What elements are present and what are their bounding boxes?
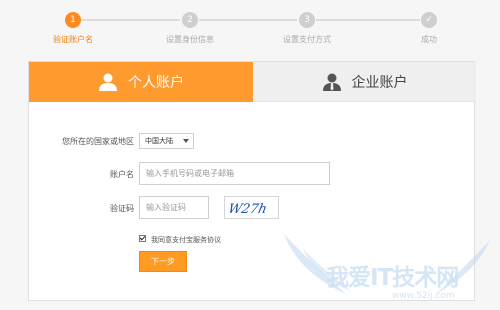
account-label: 账户名	[110, 170, 134, 179]
progress-step-4: ✓ 成功	[394, 12, 464, 45]
account-placeholder: 输入手机号码或电子邮箱	[146, 169, 234, 178]
chevron-down-icon	[183, 139, 189, 143]
step-number: 3	[299, 12, 315, 28]
region-value: 中国大陆	[145, 137, 173, 145]
next-button[interactable]: 下一步	[139, 251, 187, 272]
progress-step-2: 2 设置身份信息	[155, 12, 225, 45]
captcha-label: 验证码	[110, 204, 134, 213]
business-user-icon	[322, 73, 342, 91]
check-icon: ✓	[421, 12, 437, 28]
progress-step-1: 1 验证账户名	[38, 12, 108, 45]
step-label: 设置支付方式	[283, 35, 331, 44]
step-number: 1	[65, 12, 81, 28]
tab-enterprise-account[interactable]: 企业账户	[253, 62, 476, 102]
tab-personal-account[interactable]: 个人账户	[29, 62, 253, 102]
step-label: 设置身份信息	[166, 35, 214, 44]
svg-text:W27h: W27h	[227, 202, 268, 217]
user-icon	[98, 73, 118, 91]
step-label: 成功	[421, 35, 437, 44]
progress-step-3: 3 设置支付方式	[272, 12, 342, 45]
watermark-url: www.52ij.com	[392, 291, 455, 301]
step-label: 验证账户名	[53, 35, 93, 44]
captcha-input[interactable]: 输入验证码	[139, 196, 209, 219]
tab-label: 企业账户	[351, 74, 408, 91]
signup-page: 1 验证账户名 2 设置身份信息 3 设置支付方式 ✓ 成功 个人账户 企业账户…	[0, 0, 500, 310]
watermark-title: 我爱IT技术网	[326, 265, 459, 291]
account-input[interactable]: 输入手机号码或电子邮箱	[139, 162, 330, 185]
step-number: 2	[182, 12, 198, 28]
region-select[interactable]: 中国大陆	[139, 133, 194, 149]
agree-checkbox[interactable]	[139, 235, 146, 242]
captcha-placeholder: 输入验证码	[146, 203, 186, 212]
agree-label[interactable]: 我同意支付宝服务协议	[151, 235, 221, 245]
region-label: 您所在的国家或地区	[62, 137, 134, 146]
tab-label: 个人账户	[128, 75, 184, 91]
captcha-text: W27h	[227, 202, 268, 217]
captcha-image[interactable]: W27h	[224, 196, 279, 219]
